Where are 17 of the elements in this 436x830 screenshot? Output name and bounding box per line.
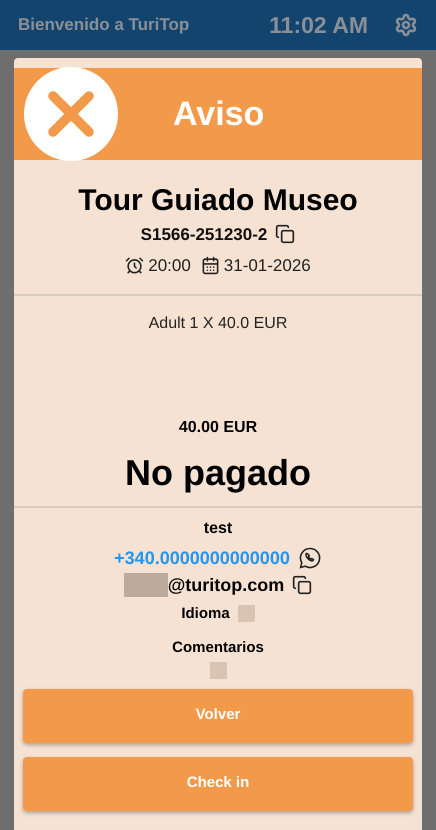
comments-label: Comentarios — [172, 638, 264, 658]
dialog-title: Aviso — [173, 94, 264, 134]
tour-date: 31-01-2026 — [224, 255, 311, 277]
customer-email: @turitop.com — [168, 574, 284, 597]
line-item: Adult 1 X 40.0 EUR — [148, 314, 288, 334]
payment-status: No pagado — [125, 450, 311, 495]
booking-code: S1566-251230-2 — [140, 224, 268, 246]
action-button[interactable]: Check in — [23, 756, 413, 810]
tour-time: 20:00 — [148, 255, 191, 277]
language-label: Idioma — [181, 604, 230, 624]
app-title: Bienvenido a TuriTop — [18, 14, 190, 36]
action-button[interactable]: Volver — [23, 688, 413, 742]
total-amount: 40.00 EUR — [178, 418, 258, 438]
phone-link[interactable]: +340.0000000000000 — [114, 544, 290, 572]
customer-name: test — [204, 518, 232, 538]
tour-title: Tour Guiado Museo — [78, 183, 358, 219]
clock-time: 11:02 AM — [269, 10, 368, 40]
